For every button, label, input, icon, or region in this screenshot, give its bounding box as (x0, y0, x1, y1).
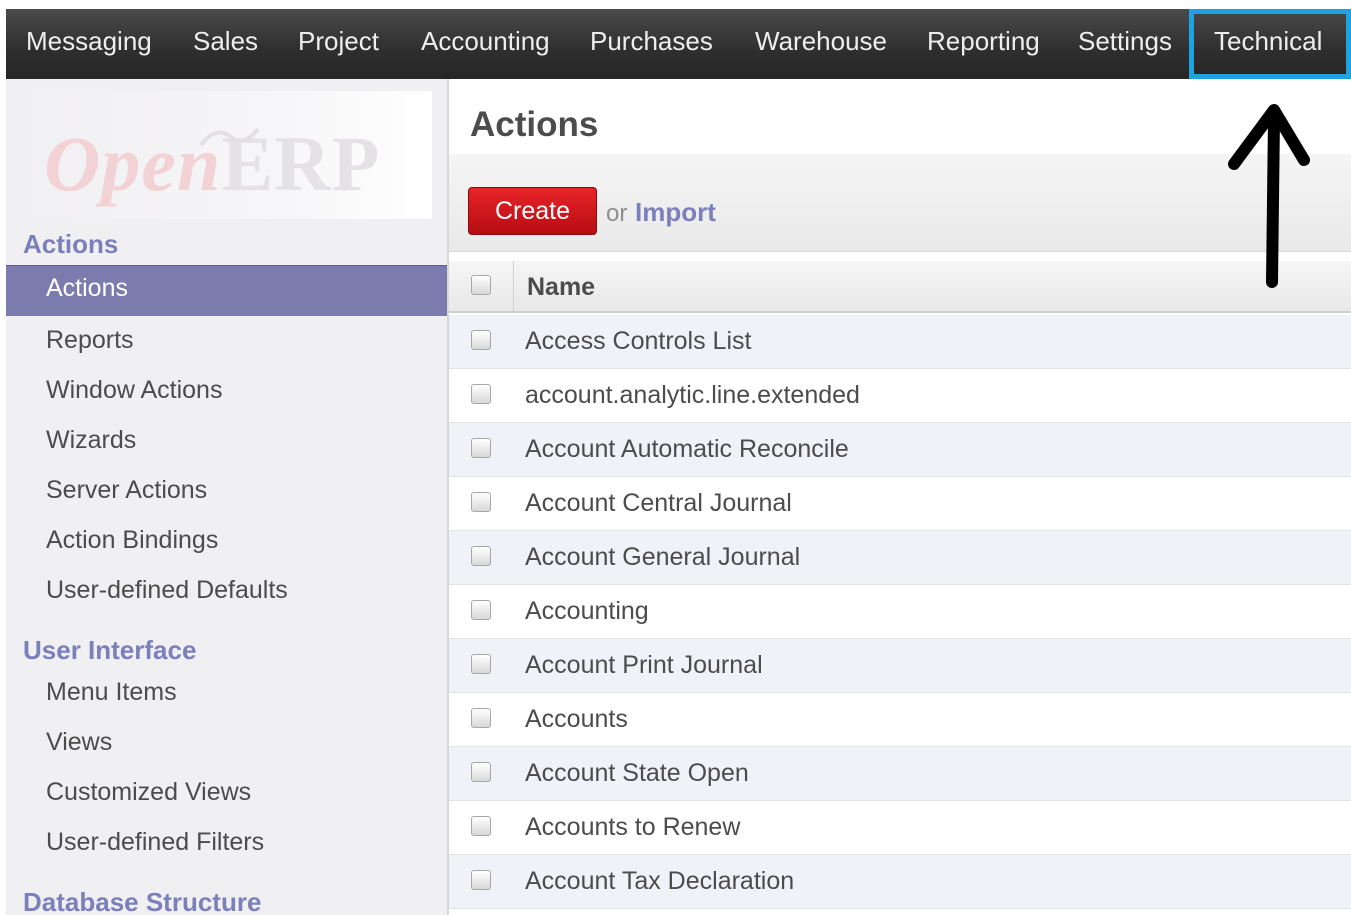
sidebar-item-actions[interactable]: Actions (6, 265, 447, 316)
sidebar-item-user-defined-filters[interactable]: User-defined Filters (46, 828, 264, 857)
sidebar-item-wizards[interactable]: Wizards (46, 426, 136, 455)
or-text: or (606, 200, 628, 227)
table-row[interactable]: account.analytic.line.extended (449, 369, 1351, 423)
sidebar-section-database-structure: Database Structure (23, 887, 262, 915)
logo-open-text: Open (44, 120, 222, 207)
row-checkbox[interactable] (471, 438, 491, 458)
table-row[interactable]: Accounting (449, 585, 1351, 639)
column-header-name[interactable]: Name (527, 273, 595, 302)
row-name: Access Controls List (525, 327, 752, 355)
sidebar-section-user-interface: User Interface (23, 635, 197, 665)
row-checkbox[interactable] (471, 762, 491, 782)
row-checkbox[interactable] (471, 870, 491, 890)
table-row[interactable]: Accounts to Renew (449, 801, 1351, 855)
sidebar-item-action-bindings[interactable]: Action Bindings (46, 526, 218, 555)
row-name: Account Central Journal (525, 489, 792, 517)
sidebar-item-label: Actions (46, 274, 128, 302)
sidebar: OpenERP Actions Actions Reports Window A… (6, 79, 447, 915)
table-header: Name (449, 261, 1351, 313)
row-name: Accounting (525, 597, 649, 625)
menu-sales[interactable]: Sales (193, 9, 258, 79)
row-checkbox[interactable] (471, 816, 491, 836)
row-name: Accounts (525, 705, 628, 733)
table-row[interactable]: Account Automatic Reconcile (449, 423, 1351, 477)
table-row[interactable]: Access Controls List (449, 315, 1351, 369)
table-row[interactable]: Account Central Journal (449, 477, 1351, 531)
row-checkbox[interactable] (471, 330, 491, 350)
row-checkbox[interactable] (471, 600, 491, 620)
arrow-up-icon (1228, 104, 1310, 288)
header-separator (513, 261, 514, 313)
row-checkbox[interactable] (471, 546, 491, 566)
row-checkbox[interactable] (471, 492, 491, 512)
sidebar-item-reports[interactable]: Reports (46, 326, 134, 355)
import-link[interactable]: Import (635, 197, 716, 228)
menu-messaging[interactable]: Messaging (26, 9, 152, 79)
sidebar-section-actions: Actions (23, 229, 119, 259)
table-row[interactable]: Account Tax Declaration (449, 855, 1351, 909)
main-content: Actions Create or Import Name Access Con… (449, 79, 1351, 915)
sidebar-item-user-defined-defaults[interactable]: User-defined Defaults (46, 576, 288, 605)
sidebar-item-customized-views[interactable]: Customized Views (46, 778, 251, 807)
row-checkbox[interactable] (471, 654, 491, 674)
table-row[interactable]: Account State Open (449, 747, 1351, 801)
menu-settings[interactable]: Settings (1078, 9, 1172, 79)
sidebar-item-window-actions[interactable]: Window Actions (46, 376, 222, 405)
toolbar: Create or Import (449, 154, 1351, 252)
menu-technical[interactable]: Technical (1189, 9, 1351, 79)
menu-project[interactable]: Project (298, 9, 379, 79)
row-name: account.analytic.line.extended (525, 381, 860, 409)
menu-accounting[interactable]: Accounting (421, 9, 550, 79)
row-name: Accounts to Renew (525, 813, 741, 841)
page-title: Actions (470, 105, 599, 144)
logo-area: OpenERP (6, 91, 432, 219)
create-button[interactable]: Create (468, 187, 597, 235)
row-checkbox[interactable] (471, 384, 491, 404)
table-row[interactable]: Account General Journal (449, 531, 1351, 585)
row-name: Account Print Journal (525, 651, 763, 679)
row-name: Account Automatic Reconcile (525, 435, 849, 463)
row-name: Account State Open (525, 759, 749, 787)
row-name: Account General Journal (525, 543, 801, 571)
top-menu-bar: Messaging Sales Project Accounting Purch… (6, 9, 1351, 79)
select-all-checkbox[interactable] (471, 275, 491, 295)
table-row[interactable]: Accounts (449, 693, 1351, 747)
sidebar-item-menu-items[interactable]: Menu Items (46, 678, 177, 707)
sidebar-item-views[interactable]: Views (46, 728, 112, 757)
row-checkbox[interactable] (471, 708, 491, 728)
menu-reporting[interactable]: Reporting (927, 9, 1040, 79)
row-name: Account Tax Declaration (525, 867, 795, 895)
logo-swirl-icon (199, 127, 260, 147)
table-row[interactable]: Account Print Journal (449, 639, 1351, 693)
menu-purchases[interactable]: Purchases (590, 9, 713, 79)
sidebar-item-server-actions[interactable]: Server Actions (46, 476, 207, 505)
menu-warehouse[interactable]: Warehouse (755, 9, 887, 79)
